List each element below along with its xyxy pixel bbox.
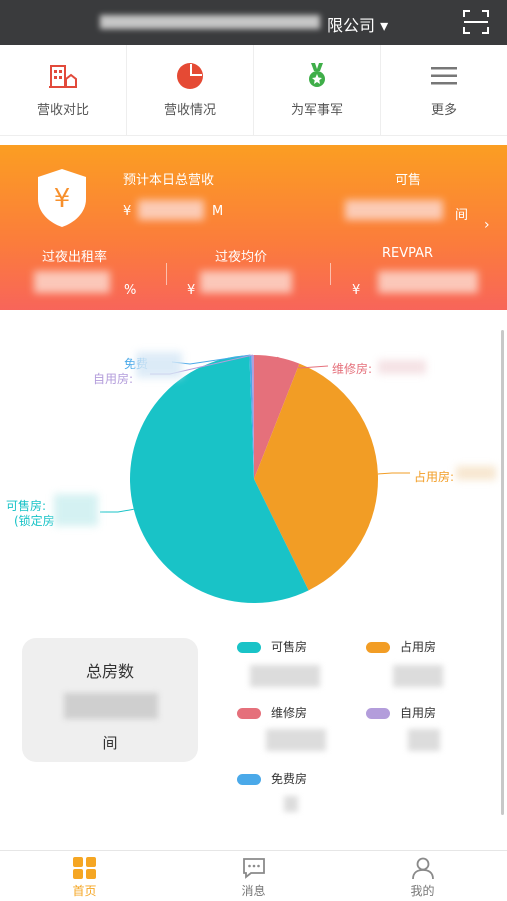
tab-profile[interactable]: 我的 xyxy=(338,851,507,901)
occupied-value-redacted xyxy=(456,466,496,480)
tab-label: 首页 xyxy=(72,884,97,898)
tab-messages[interactable]: 消息 xyxy=(169,851,338,901)
quicknav-label: 更多 xyxy=(430,103,457,118)
legend-swatch xyxy=(366,708,390,719)
legend-swatch xyxy=(237,642,261,653)
revenue-unit: M xyxy=(212,204,224,219)
top-bar: 限公司 ▾ xyxy=(0,0,507,45)
summary-banner[interactable]: ¥ 预计本日总营收 ¥ M 可售 间 › 过夜出租率 % 过夜均价 ¥ REVP… xyxy=(0,145,507,310)
occupied-count-redacted xyxy=(393,665,443,687)
quicknav-label: 营收对比 xyxy=(36,103,89,118)
avg-price-prefix: ¥ xyxy=(187,283,196,298)
tab-home[interactable]: 首页 xyxy=(0,851,169,901)
company-name-redacted xyxy=(100,15,320,29)
self-use-slice-label: 自用房: xyxy=(93,372,134,386)
user-icon xyxy=(411,857,434,880)
quick-nav: 营收对比 营收情况 为军事军 更多 xyxy=(0,45,507,136)
yuan-shield-icon: ¥ xyxy=(38,169,86,227)
quicknav-revenue-status[interactable]: 营收情况 xyxy=(127,45,254,135)
legend-label: 维修房 xyxy=(271,706,308,720)
tab-label: 消息 xyxy=(241,884,266,898)
legend-item-free: 免费房 xyxy=(237,770,307,787)
maintenance-count-redacted xyxy=(266,729,326,751)
maintenance-slice-label: 维修房: xyxy=(332,362,373,376)
revpar-value-redacted xyxy=(378,271,478,293)
legend-swatch xyxy=(366,642,390,653)
medal-icon xyxy=(309,63,325,87)
self-use-count-redacted xyxy=(408,729,440,751)
pie-chart-icon xyxy=(177,63,203,89)
legend-label: 可售房 xyxy=(271,640,308,654)
legend-swatch xyxy=(237,774,261,785)
chevron-right-icon[interactable]: › xyxy=(484,217,490,233)
quicknav-label: 为军事军 xyxy=(290,103,343,118)
svg-text:¥: ¥ xyxy=(54,184,71,214)
banner-divider xyxy=(330,263,331,285)
pie-leader-line-0 xyxy=(100,508,134,513)
occupancy-value-redacted xyxy=(34,271,110,293)
company-name-label: 限公司 ▾ xyxy=(327,16,389,35)
pie-leader-line-1 xyxy=(377,472,410,475)
hotel-compare-icon xyxy=(49,65,77,88)
legend-item-available: 可售房 xyxy=(237,638,307,655)
available-label: 可售 xyxy=(395,173,422,188)
scrollbar[interactable] xyxy=(501,330,504,815)
total-rooms-unit: 间 xyxy=(102,734,118,752)
quicknav-label: 营收情况 xyxy=(163,103,216,118)
room-status-legend: 总房数 间 可售房 占用房 维修房 自用房 免费房 xyxy=(0,630,507,830)
occupancy-label: 过夜出租率 xyxy=(42,250,108,265)
occupied-slice-label: 占用房: xyxy=(414,470,455,484)
self-use-free-value-redacted xyxy=(136,352,182,378)
revpar-label: REVPAR xyxy=(382,246,434,261)
legend-swatch xyxy=(237,708,261,719)
free-count-redacted xyxy=(284,796,298,812)
total-rooms-title: 总房数 xyxy=(85,662,134,681)
available-value-redacted xyxy=(54,494,98,526)
quicknav-medal[interactable]: 为军事军 xyxy=(254,45,381,135)
available-value-redacted xyxy=(345,200,443,220)
revenue-value-redacted xyxy=(138,200,204,220)
total-rooms-card: 总房数 间 xyxy=(22,638,198,762)
available-count-redacted xyxy=(250,665,320,687)
occupancy-unit: % xyxy=(124,283,137,298)
bottom-tab-bar: 首页 消息 我的 xyxy=(0,850,507,901)
revenue-prefix: ¥ xyxy=(123,204,132,219)
scan-icon[interactable] xyxy=(462,9,490,35)
legend-item-self-use: 自用房 xyxy=(366,704,436,721)
banner-divider xyxy=(166,263,167,285)
quicknav-more[interactable]: 更多 xyxy=(381,45,507,135)
legend-label: 免费房 xyxy=(271,772,308,786)
message-icon xyxy=(242,858,265,879)
legend-label: 自用房 xyxy=(400,706,437,720)
company-selector[interactable]: 限公司 ▾ xyxy=(100,11,400,35)
avg-price-value-redacted xyxy=(200,271,292,293)
home-grid-icon xyxy=(72,857,96,879)
tab-label: 我的 xyxy=(410,884,435,898)
available-unit: 间 xyxy=(455,208,469,223)
revpar-prefix: ¥ xyxy=(352,283,361,298)
total-rooms-value-redacted xyxy=(64,693,158,719)
legend-item-occupied: 占用房 xyxy=(366,638,436,655)
quicknav-revenue-compare[interactable]: 营收对比 xyxy=(0,45,127,135)
maintenance-value-redacted xyxy=(378,360,426,374)
legend-label: 占用房 xyxy=(400,640,437,654)
revenue-label: 预计本日总营收 xyxy=(123,173,215,188)
locked-slice-label: (锁定房 xyxy=(14,514,55,528)
legend-item-maintenance: 维修房 xyxy=(237,704,307,721)
avg-price-label: 过夜均价 xyxy=(215,250,268,265)
menu-icon xyxy=(431,67,457,85)
